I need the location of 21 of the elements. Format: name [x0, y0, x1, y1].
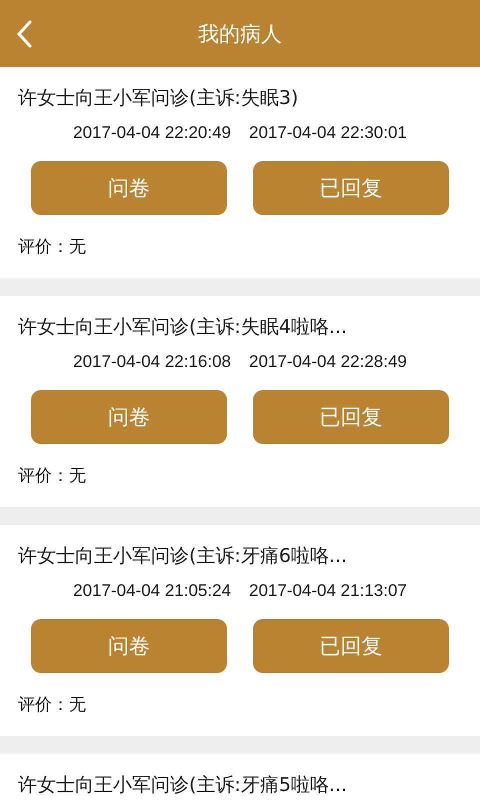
rating-text: 评价：无 [18, 236, 87, 259]
consultation-title[interactable]: 许女士向王小军问诊(主诉:牙痛5啦咯... [18, 772, 462, 798]
reply-status-button[interactable]: 已回复 [253, 161, 449, 215]
consultation-title[interactable]: 许女士向王小军问诊(主诉:失眠3) [18, 85, 462, 111]
rating-text: 评价：无 [18, 694, 87, 717]
end-time: 2017-04-04 22:30:01 [249, 122, 407, 144]
questionnaire-button[interactable]: 问卷 [31, 390, 227, 444]
rating-text: 评价：无 [18, 465, 87, 488]
end-time: 2017-04-04 21:13:07 [249, 580, 407, 602]
consultation-title[interactable]: 许女士向王小军问诊(主诉:失眠4啦咯... [18, 314, 462, 340]
start-time: 2017-04-04 22:20:49 [73, 122, 231, 144]
consultation-title[interactable]: 许女士向王小军问诊(主诉:牙痛6啦咯... [18, 543, 462, 569]
questionnaire-button[interactable]: 问卷 [31, 161, 227, 215]
start-time: 2017-04-04 22:16:08 [73, 351, 231, 373]
reply-status-button[interactable]: 已回复 [253, 619, 449, 673]
end-time: 2017-04-04 22:28:49 [249, 351, 407, 373]
back-icon[interactable] [16, 20, 32, 48]
reply-status-button[interactable]: 已回复 [253, 390, 449, 444]
questionnaire-button[interactable]: 问卷 [31, 619, 227, 673]
page-title: 我的病人 [198, 20, 282, 48]
start-time: 2017-04-04 21:05:24 [73, 580, 231, 602]
